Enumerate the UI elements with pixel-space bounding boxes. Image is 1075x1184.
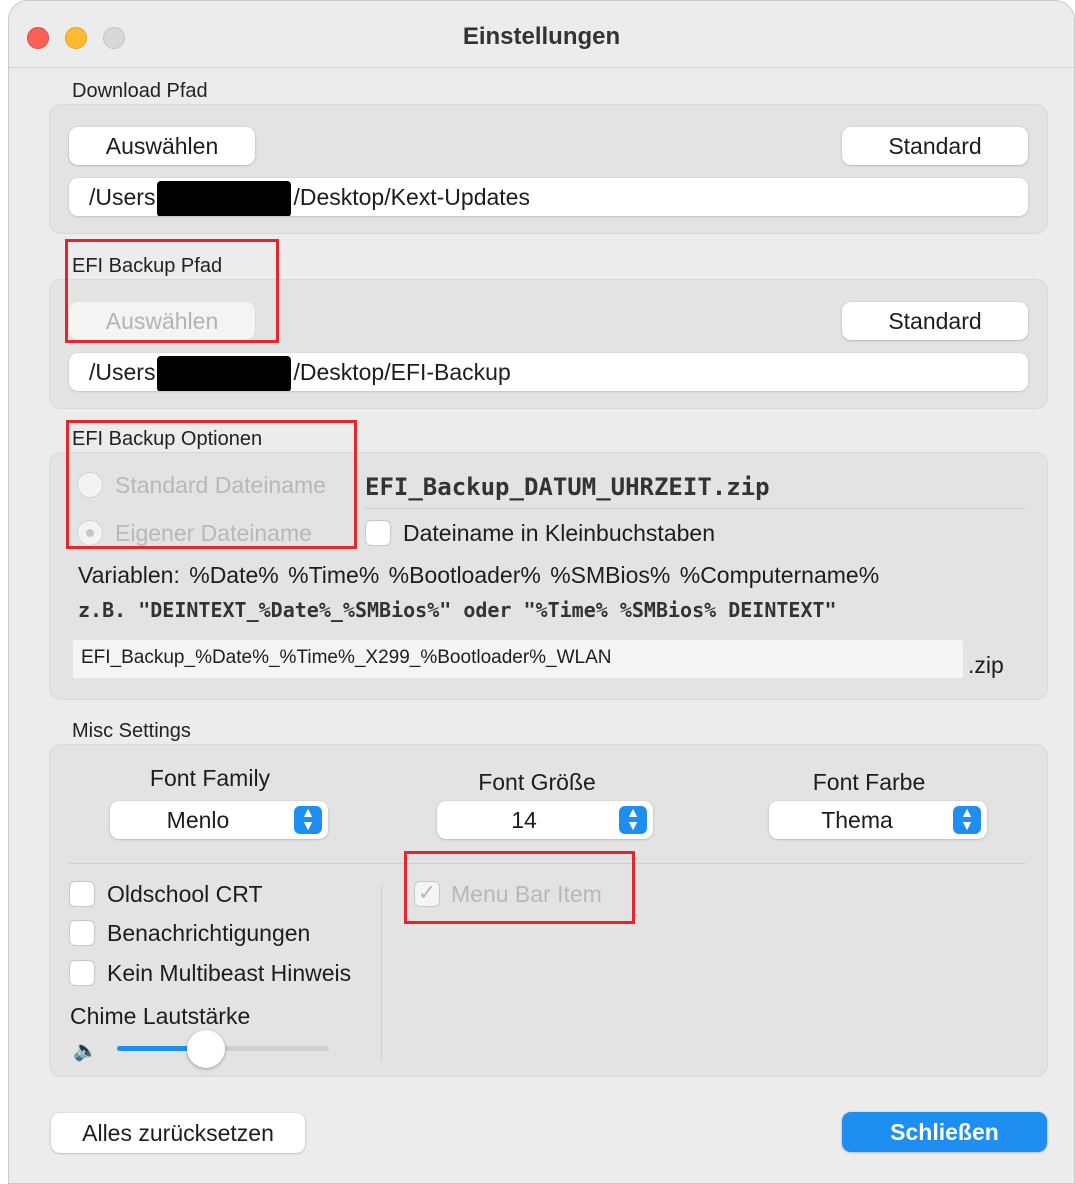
download-path-field[interactable]: /Users/Desktop/Kext-Updates [69,178,1028,216]
efi-path-default-button[interactable]: Standard [842,302,1028,340]
efi-path-prefix: /Users [89,359,156,385]
chevron-updown-icon: ▲ ▼ [953,805,981,834]
misc-section-label: Misc Settings [72,720,191,742]
font-size-value: 14 [511,807,537,833]
efi-path-suffix: /Desktop/EFI-Backup [293,359,511,385]
speaker-icon: 🔈 [73,1040,98,1062]
font-family-value: Menlo [166,807,230,833]
download-default-button[interactable]: Standard [842,127,1028,165]
annotation-highlight-menubar [404,851,635,924]
download-choose-button[interactable]: Auswählen [69,127,255,165]
notifications-label: Benachrichtigungen [107,920,311,946]
custom-filename-input[interactable]: EFI_Backup_%Date%_%Time%_X299_%Bootloade… [73,640,963,678]
font-family-label: Font Family [149,765,271,791]
extension-label: .zip [968,652,1004,678]
redacted-username [157,180,292,216]
download-section-label: Download Pfad [72,80,208,102]
misc-vertical-divider [381,885,382,1061]
variables-text: Variablen: %Date% %Time% %Bootloader% %S… [78,562,880,588]
multibeast-label: Kein Multibeast Hinweis [107,960,352,986]
oldschool-crt-label: Oldschool CRT [107,881,263,907]
titlebar: Einstellungen [9,1,1074,68]
slider-knob[interactable] [187,1030,225,1068]
font-color-label: Font Farbe [812,769,926,795]
lowercase-checkbox[interactable] [365,520,391,546]
download-path-prefix: /Users [89,184,156,210]
chime-volume-slider[interactable] [117,1029,329,1069]
annotation-highlight-efi-options [66,420,357,549]
annotation-highlight-efi-path [65,239,279,343]
font-family-popup[interactable]: Menlo ▲ ▼ [110,801,328,839]
notifications-checkbox[interactable] [69,920,95,946]
window-title: Einstellungen [462,23,621,50]
example-text: z.B. "DEINTEXT_%Date%_%SMBios%" oder "%T… [78,598,837,622]
multibeast-checkbox[interactable] [69,960,95,986]
font-color-value: Thema [821,807,893,833]
lowercase-checkbox-label: Dateiname in Kleinbuchstaben [403,520,715,546]
chime-volume-label: Chime Lautstärke [70,1003,251,1029]
font-size-label: Font Größe [478,769,596,795]
efi-path-field[interactable]: /Users/Desktop/EFI-Backup [69,353,1028,391]
download-path-suffix: /Desktop/Kext-Updates [293,184,530,210]
standard-filename-text: EFI_Backup_DATUM_UHRZEIT.zip [365,473,770,501]
chevron-updown-icon: ▲ ▼ [619,805,647,834]
reset-all-button[interactable]: Alles zurücksetzen [51,1113,305,1153]
font-color-popup[interactable]: Thema ▲ ▼ [769,801,987,839]
oldschool-crt-checkbox[interactable] [69,881,95,907]
chevron-updown-icon: ▲ ▼ [294,805,322,834]
font-size-popup[interactable]: 14 ▲ ▼ [437,801,653,839]
close-button[interactable]: Schließen [842,1112,1047,1152]
options-divider [365,508,1026,509]
redacted-username [157,355,292,391]
settings-window: Einstellungen Download Pfad Auswählen St… [8,0,1075,1184]
